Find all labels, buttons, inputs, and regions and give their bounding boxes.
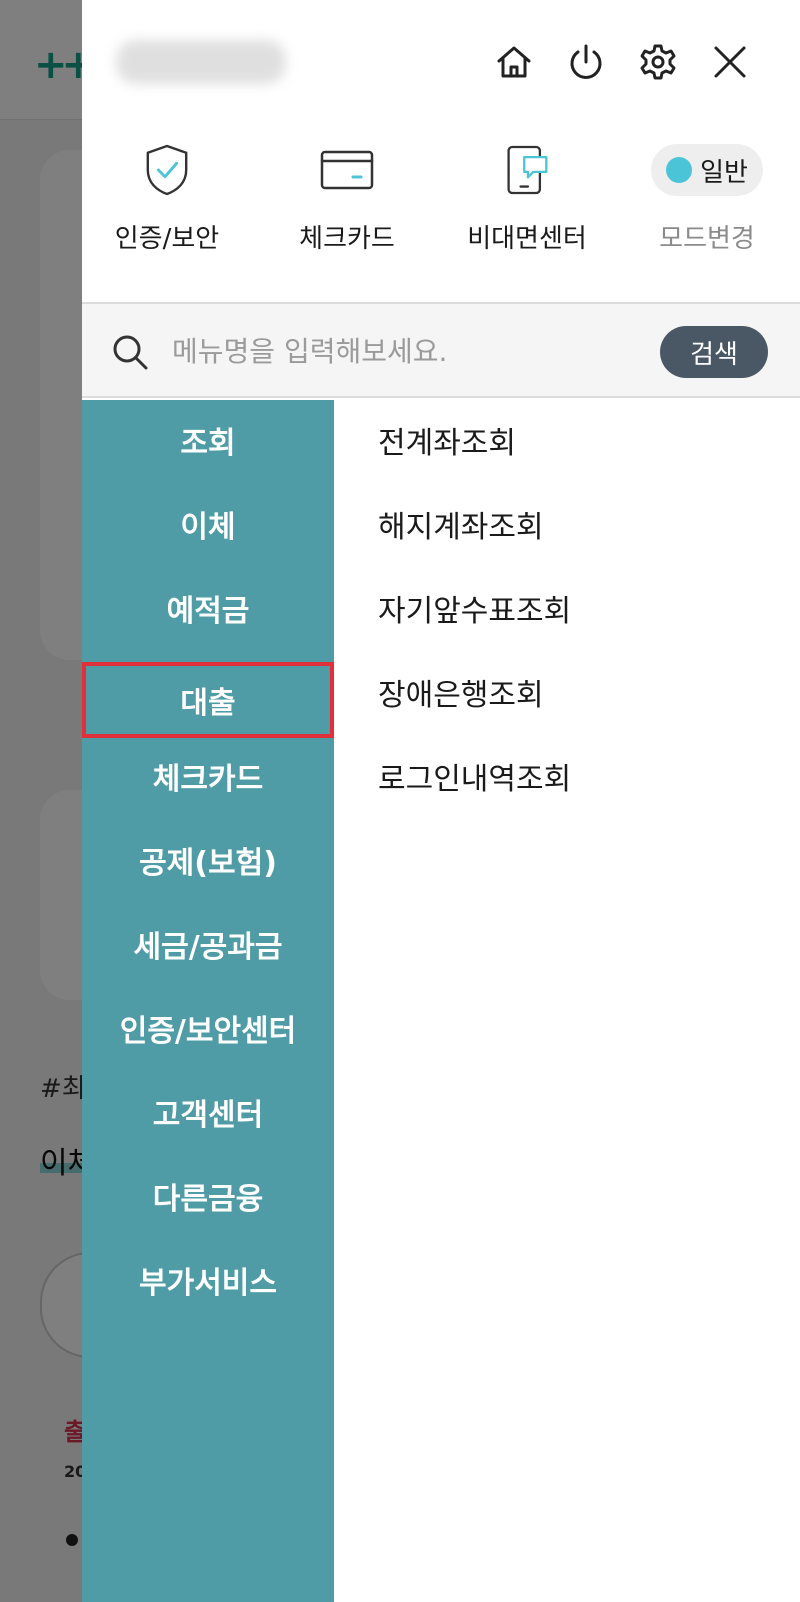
phone-chat-icon: [497, 140, 557, 200]
category-item-insurance[interactable]: 공제(보험): [82, 822, 334, 898]
category-list: 조회 이체 예적금 대출 체크카드 공제(보험) 세금/공과금 인증/보안센터 …: [82, 400, 334, 1602]
search-icon: [113, 335, 148, 370]
quick-item-contactless-center[interactable]: 비대면센터: [442, 136, 612, 266]
mode-dot-icon: [666, 157, 693, 183]
user-name-blurred: [116, 40, 286, 84]
category-item-other-finance[interactable]: 다른금융: [82, 1158, 334, 1234]
close-icon[interactable]: [708, 40, 752, 84]
search-button[interactable]: 검색: [660, 326, 768, 378]
submenu-item[interactable]: 로그인내역조회: [378, 738, 778, 814]
search-input[interactable]: [172, 328, 632, 374]
menu-panel: 인증/보안 체크카드 비대면센터 일반 모드변경 메뉴명을 입력해보세요. 검색…: [82, 0, 800, 1602]
power-icon[interactable]: [564, 40, 608, 84]
search-bar: 검색: [82, 302, 800, 398]
quick-item-label: 모드변경: [659, 224, 755, 254]
quick-item-label: 인증/보안: [114, 224, 220, 254]
category-item-tax[interactable]: 세금/공과금: [82, 906, 334, 982]
shield-check-icon: [137, 140, 197, 200]
submenu-item[interactable]: 자기앞수표조회: [378, 570, 778, 646]
quick-item-mode-change[interactable]: 일반 모드변경: [622, 136, 792, 266]
panel-top-bar: [82, 0, 800, 120]
submenu-list: 전계좌조회 해지계좌조회 자기앞수표조회 장애은행조회 로그인내역조회: [334, 400, 800, 1602]
mode-toggle[interactable]: 일반: [651, 144, 763, 196]
submenu-item[interactable]: 장애은행조회: [378, 654, 778, 730]
category-item-loan[interactable]: 대출: [82, 662, 334, 738]
category-item-extra-services[interactable]: 부가서비스: [82, 1242, 334, 1318]
quick-item-label: 비대면센터: [467, 224, 587, 254]
mode-value: 일반: [700, 157, 748, 188]
category-item-transfer[interactable]: 이체: [82, 486, 334, 562]
home-icon[interactable]: [492, 40, 536, 84]
category-item-deposits[interactable]: 예적금: [82, 570, 334, 646]
category-item-check-card[interactable]: 체크카드: [82, 738, 334, 814]
submenu-item[interactable]: 전계좌조회: [378, 402, 778, 478]
category-item-security-center[interactable]: 인증/보안센터: [82, 990, 334, 1066]
quick-menu: 인증/보안 체크카드 비대면센터 일반 모드변경: [82, 136, 800, 266]
quick-item-check-card[interactable]: 체크카드: [262, 136, 432, 266]
submenu-item[interactable]: 해지계좌조회: [378, 486, 778, 562]
gear-icon[interactable]: [636, 40, 680, 84]
quick-item-label: 체크카드: [299, 224, 395, 254]
card-icon: [317, 140, 377, 200]
category-item-customer-center[interactable]: 고객센터: [82, 1074, 334, 1150]
quick-item-auth-security[interactable]: 인증/보안: [82, 136, 252, 266]
category-item-inquiry[interactable]: 조회: [82, 402, 334, 478]
